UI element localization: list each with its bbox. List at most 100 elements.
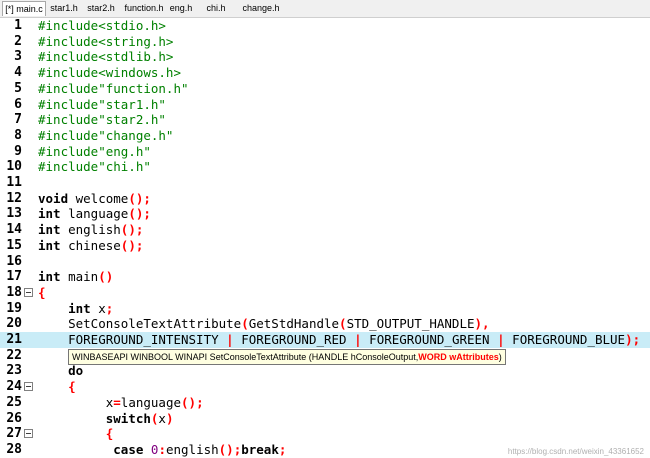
line-number: 11	[6, 175, 22, 190]
code-line[interactable]: 2 #include<string.h>	[0, 34, 650, 50]
code-token: ();	[181, 394, 204, 410]
code-token: (	[241, 316, 249, 332]
tooltip-prefix: WINBASEAPI WINBOOL WINAPI SetConsoleText…	[72, 352, 419, 362]
line-number: 21	[6, 332, 22, 347]
code-token: GetStdHandle	[248, 316, 340, 332]
code-token: (	[339, 316, 347, 332]
code-line[interactable]: 15 int chinese();	[0, 238, 650, 254]
code-line[interactable]: 18 {	[0, 285, 650, 301]
code-line[interactable]: 20 SetConsoleTextAttribute(GetStdHandle(…	[0, 316, 650, 332]
tab-star1-h[interactable]: star1.h	[48, 1, 80, 16]
code-line[interactable]: 23 do	[0, 363, 650, 379]
line-number: 17	[6, 269, 22, 285]
code-text: switch(x)	[38, 410, 174, 427]
fold-toggle-icon[interactable]	[24, 287, 33, 297]
code-line[interactable]: 19 int x;	[0, 301, 650, 317]
code-line[interactable]: 13 int language();	[0, 206, 650, 222]
code-token: #include<stdlib.h>	[38, 49, 174, 65]
code-text: #include<stdlib.h>	[38, 49, 173, 65]
code-token: ;	[105, 300, 114, 316]
code-token: STD_OUTPUT_HANDLE	[346, 316, 475, 332]
code-token: );	[625, 332, 641, 347]
code-text: #include<windows.h>	[38, 65, 181, 81]
code-line[interactable]: 7 #include"star2.h"	[0, 112, 650, 128]
code-token: #include"function.h"	[38, 80, 189, 96]
code-token: =	[113, 394, 121, 410]
code-line[interactable]: 5 #include"function.h"	[0, 81, 650, 97]
code-text: #include<stdio.h>	[38, 18, 166, 34]
code-text: int english();	[38, 222, 143, 238]
code-token: |	[226, 332, 234, 347]
code-token: {	[105, 426, 114, 442]
line-number: 25	[6, 394, 22, 410]
code-token: |	[354, 332, 362, 347]
tab-chi-h[interactable]: chi.h	[203, 1, 229, 16]
code-line[interactable]: 11	[0, 175, 650, 191]
code-token: ;	[278, 441, 287, 457]
fold-toggle-icon[interactable]	[24, 429, 33, 439]
code-line[interactable]: 21 FOREGROUND_INTENSITY | FOREGROUND_RED…	[0, 332, 650, 348]
code-line[interactable]: 14 int english();	[0, 222, 650, 238]
code-token: #include"eng.h"	[38, 143, 151, 159]
line-number: 3	[14, 49, 22, 65]
code-token: break	[241, 441, 279, 457]
tab-main-c[interactable]: [*] main.c	[2, 1, 46, 16]
code-text: int main()	[38, 269, 113, 285]
tab-eng-h[interactable]: eng.h	[168, 1, 194, 16]
editor-tab-bar: [*] main.c star1.h star2.h function.h en…	[0, 0, 650, 18]
line-number: 24	[6, 379, 22, 395]
code-token: do	[68, 363, 84, 379]
code-token: #include<stdio.h>	[38, 18, 166, 33]
code-token: x	[38, 394, 114, 410]
code-token: ()	[98, 269, 114, 285]
code-token: x	[158, 410, 166, 426]
code-line[interactable]: 16	[0, 254, 650, 270]
code-line[interactable]: 4 #include<windows.h>	[0, 65, 650, 81]
code-line[interactable]: 3 #include<stdlib.h>	[0, 49, 650, 65]
tab-star2-h[interactable]: star2.h	[84, 1, 118, 16]
code-text: int x;	[38, 301, 113, 317]
code-line[interactable]: 17 int main()	[0, 269, 650, 285]
code-token: main	[60, 269, 99, 285]
code-line[interactable]: 26 switch(x)	[0, 411, 650, 427]
line-number: 8	[14, 127, 22, 143]
line-number: 6	[14, 96, 22, 112]
line-number: 9	[14, 143, 22, 159]
code-line[interactable]: 27 {	[0, 426, 650, 442]
code-token: {	[68, 379, 76, 395]
code-token: )	[165, 410, 174, 426]
code-text: case 0:english();break;	[38, 442, 286, 458]
line-number: 19	[6, 300, 22, 316]
code-line[interactable]: 24 {	[0, 379, 650, 395]
line-number: 23	[6, 363, 22, 379]
tab-function-h[interactable]: function.h	[122, 1, 166, 16]
code-token: int	[38, 237, 61, 253]
line-number: 15	[6, 237, 22, 253]
line-number: 7	[14, 112, 22, 128]
code-line[interactable]: 25 x=language();	[0, 395, 650, 411]
code-line[interactable]: 6 #include"star1.h"	[0, 97, 650, 113]
fold-toggle-icon[interactable]	[24, 382, 33, 392]
code-token: #include"star2.h"	[38, 112, 166, 128]
line-number: 16	[6, 253, 22, 269]
code-line[interactable]: 12 void welcome();	[0, 191, 650, 207]
code-text: #include"function.h"	[38, 81, 189, 97]
code-token: FOREGROUND_BLUE	[504, 332, 626, 347]
code-editor[interactable]: 1 #include<stdio.h> 2 #include<string.h> 3 #i…	[0, 18, 650, 458]
line-number: 26	[6, 410, 22, 426]
code-line[interactable]: 1 #include<stdio.h>	[0, 18, 650, 34]
code-text: #include<string.h>	[38, 34, 173, 50]
code-token: #include"change.h"	[38, 127, 174, 143]
code-token: int	[38, 269, 61, 285]
code-text: #include"chi.h"	[38, 159, 151, 175]
tab-change-h[interactable]: change.h	[241, 1, 281, 16]
code-line[interactable]: 10 #include"chi.h"	[0, 159, 650, 175]
code-line[interactable]: 9 #include"eng.h"	[0, 144, 650, 160]
code-token: SetConsoleTextAttribute	[38, 316, 242, 332]
code-line[interactable]: 8 #include"change.h"	[0, 128, 650, 144]
